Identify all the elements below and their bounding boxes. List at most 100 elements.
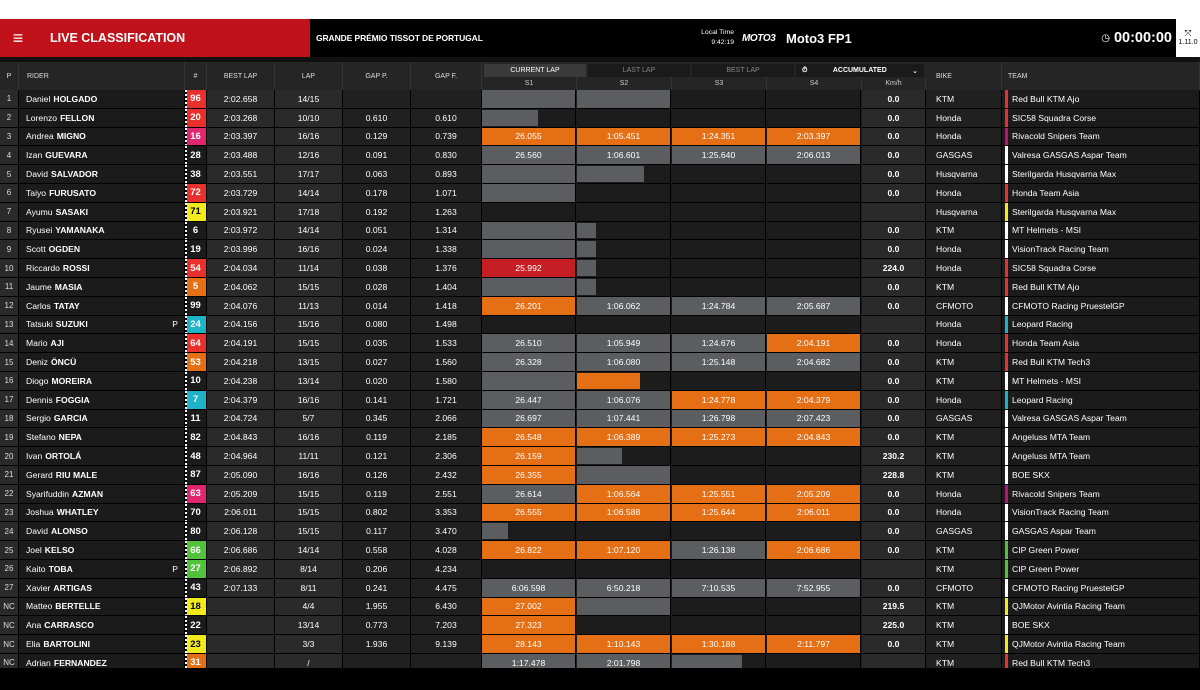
tab-best-lap[interactable]: BEST LAP [692, 64, 794, 77]
rider-name[interactable]: Joel KELSO [19, 541, 185, 560]
table-row[interactable]: 24 David ALONSO 80 2:06.128 15/15 0.117 3.470 0.… [0, 522, 1200, 542]
table-row[interactable]: 3 Andrea MIGNO 16 2:03.397 16/16 0.129 0.739 26.… [0, 127, 1200, 147]
checkered-flag-icon [185, 108, 187, 127]
table-row[interactable]: 19 Stefano NEPA 82 2:04.843 16/16 0.119 2.185 26… [0, 428, 1200, 448]
table-row[interactable]: 7 Ayumu SASAKI 71 2:03.921 17/18 0.192 1.263 Hus… [0, 202, 1200, 222]
rider-name[interactable]: Tatsuki SUZUKI P [19, 315, 185, 335]
rider-name[interactable]: Matteo BERTELLE [19, 597, 185, 617]
table-row[interactable]: 4 Izan GUEVARA 28 2:03.488 12/16 0.091 0.830 26.… [0, 146, 1200, 166]
table-row[interactable]: NC Elia BARTOLINI 23 3/3 1.936 9.139 28.143 1:10… [0, 635, 1200, 654]
row-position: 23 [0, 503, 19, 523]
rider-name[interactable]: David SALVADOR [19, 165, 185, 184]
rider-last-name: FOGGIA [55, 394, 90, 405]
rider-number-text: 48 [190, 450, 201, 462]
rider-name[interactable]: Elia BARTOLINI [19, 635, 185, 654]
table-row[interactable]: 11 Jaume MASIA 5 2:04.062 15/15 0.028 1.404 0.0 K… [0, 278, 1200, 297]
table-row[interactable]: 5 David SALVADOR 38 2:03.551 17/17 0.063 0.893 0… [0, 165, 1200, 184]
gap-prev: 0.126 [343, 466, 411, 485]
team-name-text: Valresa GASGAS Aspar Team [1012, 150, 1127, 161]
team-color-bar [1005, 221, 1008, 240]
sector-4-time [767, 240, 861, 260]
rider-name[interactable]: Kaito TOBA P [19, 560, 185, 579]
table-row[interactable]: 21 Gerard RIU MALE 87 2:05.090 16/16 0.126 2.43… [0, 466, 1200, 485]
sector-progress [482, 523, 509, 540]
table-row[interactable]: NC Ana CARRASCO 22 13/14 0.773 7.203 27.323 225.… [0, 616, 1200, 636]
table-row[interactable]: 18 Sergio GARCIA 11 2:04.724 5/7 0.345 2.066 26.… [0, 409, 1200, 429]
accumulated-dropdown[interactable]: ⏱ ACCUMULATED ⌄ [796, 64, 924, 77]
table-row[interactable]: 16 Diogo MOREIRA 10 2:04.238 13/14 0.020 1.580 0… [0, 372, 1200, 391]
team-name: QJMotor Avintia Racing Team [1002, 635, 1200, 654]
table-row[interactable]: 27 Xavier ARTIGAS 43 2:07.133 8/11 0.241 4.475 6… [0, 578, 1200, 598]
rider-name[interactable]: Lorenzo FELLON [19, 108, 185, 128]
row-position: 24 [0, 522, 19, 542]
fullscreen-button[interactable]: ⤧ 1.11.0 [1176, 19, 1200, 57]
rider-name[interactable]: Joshua WHATLEY [19, 503, 185, 523]
table-row[interactable]: 1 Daniel HOLGADO 96 2:02.658 14/15 0.0 KTM Red B… [0, 90, 1200, 109]
table-row[interactable]: 14 Mario AJI 64 2:04.191 15/15 0.035 1.533 26.51… [0, 334, 1200, 354]
sector-time-text: 6:50.218 [606, 582, 641, 593]
sector-1-time: 26.822 [482, 541, 576, 560]
table-row[interactable]: 8 Ryusei YAMANAKA 6 2:03.972 14/14 0.051 1.314 0… [0, 221, 1200, 241]
sector-labels: S1 S2 S3 S4 Km/h [482, 77, 926, 90]
table-row[interactable]: 15 Deniz ÖNCÜ 53 2:04.218 13/15 0.027 1.560 26.3… [0, 353, 1200, 372]
table-row[interactable]: NC Matteo BERTELLE 18 4/4 1.955 6.430 27.002 219… [0, 597, 1200, 617]
rider-name[interactable]: Xavier ARTIGAS [19, 578, 185, 598]
row-position: 19 [0, 428, 19, 448]
rider-number-text: 87 [190, 469, 201, 481]
table-row[interactable]: 17 Dennis FOGGIA 7 2:04.379 16/16 0.141 1.721 26… [0, 390, 1200, 410]
table-row[interactable]: 13 Tatsuki SUZUKI P 24 2:04.156 15/16 0.080 1.49… [0, 315, 1200, 335]
rider-name[interactable]: Izan GUEVARA [19, 146, 185, 166]
table-row[interactable]: 2 Lorenzo FELLON 20 2:03.268 10/10 0.610 0.610 0… [0, 108, 1200, 128]
table-row[interactable]: 20 Ivan ORTOLÁ 48 2:04.964 11/11 0.121 2.306 26.… [0, 447, 1200, 466]
sector-2-time [577, 240, 671, 260]
sector-1-time [482, 90, 576, 109]
sector-3-time [672, 90, 766, 109]
table-row[interactable]: 25 Joel KELSO 66 2:06.686 14/14 0.558 4.028 26.8… [0, 541, 1200, 560]
rider-name[interactable]: Diogo MOREIRA [19, 372, 185, 391]
rider-name[interactable]: Gerard RIU MALE [19, 466, 185, 485]
rider-name[interactable]: Ayumu SASAKI [19, 202, 185, 222]
speed-kmh [862, 315, 926, 335]
rider-name[interactable]: Andrea MIGNO [19, 127, 185, 147]
rider-name[interactable]: Jaume MASIA [19, 278, 185, 297]
team-name: CIP Green Power [1002, 560, 1200, 579]
table-row[interactable]: 22 Syarifuddin AZMAN 63 2:05.209 15/15 0.119 2.… [0, 484, 1200, 504]
team-name-text: Red Bull KTM Tech3 [1012, 357, 1091, 368]
sector-3-time: 7:10.535 [672, 578, 766, 598]
sector-time-text: 26.560 [515, 150, 542, 161]
rider-name[interactable]: Ana CARRASCO [19, 616, 185, 636]
table-row[interactable]: 23 Joshua WHATLEY 70 2:06.011 15/15 0.802 3.353… [0, 503, 1200, 523]
rider-name[interactable]: David ALONSO [19, 522, 185, 542]
rider-name[interactable]: Mario AJI [19, 334, 185, 354]
rider-name[interactable]: Dennis FOGGIA [19, 390, 185, 410]
table-row[interactable]: 6 Taiyo FURUSATO 72 2:03.729 14/14 0.178 1.071 0… [0, 184, 1200, 203]
rider-name[interactable]: Deniz ÖNCÜ [19, 353, 185, 372]
rider-name[interactable]: Taiyo FURUSATO [19, 184, 185, 203]
sector-time-text: 26.697 [515, 413, 542, 424]
rider-number: 28 [185, 146, 207, 166]
sector-progress [577, 260, 596, 276]
rider-name[interactable]: Ivan ORTOLÁ [19, 447, 185, 466]
tab-current-lap[interactable]: CURRENT LAP [484, 64, 586, 77]
tab-last-lap[interactable]: LAST LAP [588, 64, 690, 77]
gap-prev: 0.241 [343, 578, 411, 598]
rider-name[interactable]: Daniel HOLGADO [19, 90, 185, 109]
hamburger-icon[interactable]: ≡ [0, 19, 36, 57]
rider-name[interactable]: Carlos TATAY [19, 296, 185, 316]
rider-name[interactable]: Stefano NEPA [19, 428, 185, 448]
rider-name[interactable]: Riccardo ROSSI [19, 259, 185, 278]
rider-number-text: 64 [190, 337, 201, 349]
rider-name[interactable]: Sergio GARCIA [19, 409, 185, 429]
bike-make: Honda [926, 390, 1002, 410]
table-row[interactable]: 9 Scott OGDEN 19 2:03.996 16/16 0.024 1.338 0.0 H… [0, 240, 1200, 260]
rider-name[interactable]: Scott OGDEN [19, 240, 185, 260]
rider-first-name: Ivan [26, 451, 43, 462]
rider-name[interactable]: Ryusei YAMANAKA [19, 221, 185, 241]
table-row[interactable]: 10 Riccardo ROSSI 54 2:04.034 11/14 0.038 1.376… [0, 259, 1200, 278]
table-row[interactable]: 26 Kaito TOBA P 27 2:06.892 8/14 0.206 4.234 KTM C… [0, 560, 1200, 579]
rider-name[interactable]: Syarifuddin AZMAN [19, 484, 185, 504]
rider-number-text: 82 [190, 431, 201, 443]
sector-1-time: 26.328 [482, 353, 576, 372]
speed-kmh: 0.0 [862, 146, 926, 166]
table-row[interactable]: 12 Carlos TATAY 99 2:04.076 11/13 0.014 1.418 26… [0, 296, 1200, 316]
